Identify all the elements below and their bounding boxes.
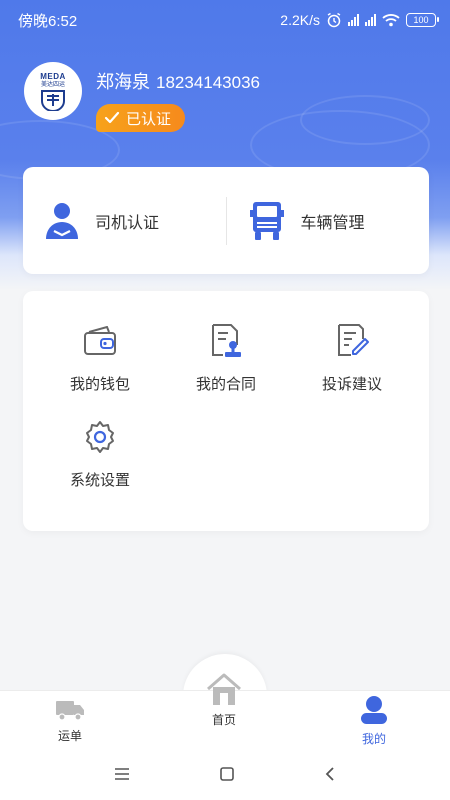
back-icon[interactable]	[324, 766, 336, 782]
menu-item-contract[interactable]: 我的合同	[171, 321, 281, 394]
settings-icon	[86, 421, 114, 453]
user-phone: 18234143036	[156, 73, 261, 92]
menu-icon[interactable]	[114, 767, 130, 781]
user-name: 郑海泉	[96, 72, 150, 92]
truck-tab-icon	[56, 701, 84, 721]
verified-label: 已认证	[126, 110, 172, 128]
system-nav-bar	[0, 748, 450, 800]
status-time: 傍晚6:52	[18, 12, 78, 30]
truck-icon	[249, 201, 284, 240]
menu-card: 我的钱包 我的合同 投诉建议 系统设置	[23, 291, 429, 531]
menu-item-contract-label: 我的合同	[195, 376, 256, 393]
wallet-icon	[84, 326, 116, 355]
user-identity: 郑海泉 18234143036	[96, 68, 260, 94]
quick-actions-card: 司机认证 车辆管理	[23, 167, 429, 274]
user-icon	[361, 696, 387, 724]
driver-verification-label: 司机认证	[95, 214, 160, 232]
tab-waybill[interactable]: 运单	[55, 698, 85, 744]
signal-icon	[348, 14, 359, 26]
profile-section: MEDA 美达四运 郑海泉 18234143036 已认证	[24, 62, 260, 132]
tab-home[interactable]: 首页	[204, 673, 244, 728]
signal-icon-2	[365, 14, 376, 26]
menu-item-settings[interactable]: 系统设置	[45, 417, 155, 490]
tab-home-label: 首页	[211, 713, 236, 727]
driver-icon	[46, 202, 78, 239]
driver-verification-button[interactable]: 司机认证	[23, 201, 226, 241]
vehicle-management-button[interactable]: 车辆管理	[227, 200, 430, 242]
tab-mine[interactable]: 我的	[360, 695, 388, 747]
contract-icon	[212, 324, 241, 357]
check-icon	[104, 111, 120, 124]
wifi-icon	[382, 14, 400, 27]
avatar-brand-cn: 美达四运	[40, 81, 65, 88]
menu-item-wallet[interactable]: 我的钱包	[45, 321, 155, 394]
battery-icon: 100	[406, 13, 439, 27]
status-bar: 傍晚6:52 2.2K/s 100	[0, 0, 450, 40]
avatar[interactable]: MEDA 美达四运	[24, 62, 82, 120]
vehicle-management-label: 车辆管理	[300, 214, 365, 232]
home-nav-icon[interactable]	[219, 766, 235, 782]
home-icon	[207, 673, 241, 705]
menu-item-settings-label: 系统设置	[69, 472, 130, 489]
menu-item-feedback[interactable]: 投诉建议	[297, 321, 407, 394]
network-speed: 2.2K/s	[280, 12, 320, 28]
menu-item-wallet-label: 我的钱包	[69, 376, 130, 393]
alarm-icon	[327, 12, 341, 28]
tab-mine-label: 我的	[361, 732, 386, 746]
feedback-icon	[338, 324, 369, 356]
avatar-brand: MEDA	[40, 71, 66, 81]
tab-waybill-label: 运单	[57, 729, 82, 743]
menu-item-feedback-label: 投诉建议	[321, 376, 382, 393]
verified-badge: 已认证	[96, 104, 186, 132]
logo-emblem-icon	[41, 89, 65, 111]
